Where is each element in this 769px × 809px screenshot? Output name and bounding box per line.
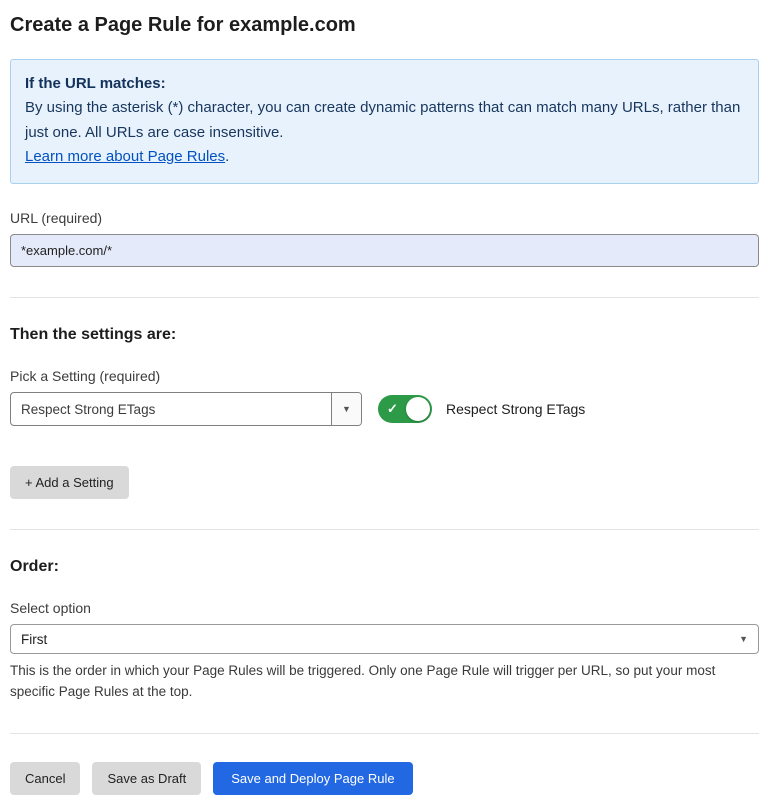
order-select-label: Select option: [10, 600, 759, 616]
page-title: Create a Page Rule for example.com: [10, 14, 759, 37]
setting-select[interactable]: Respect Strong ETags ▼: [10, 392, 362, 426]
order-help-text: This is the order in which your Page Rul…: [10, 661, 755, 703]
url-input[interactable]: [10, 234, 759, 267]
etags-toggle-label: Respect Strong ETags: [446, 401, 585, 417]
url-label: URL (required): [10, 210, 759, 226]
save-as-draft-button[interactable]: Save as Draft: [92, 762, 201, 795]
url-field-group: URL (required): [10, 210, 759, 267]
toggle-knob: [406, 397, 430, 421]
info-box-heading: If the URL matches:: [25, 72, 744, 96]
check-icon: ✓: [387, 401, 398, 417]
settings-section-heading: Then the settings are:: [10, 326, 759, 344]
order-select[interactable]: First ▼: [10, 624, 759, 654]
order-section-heading: Order:: [10, 558, 759, 576]
section-divider: [10, 297, 759, 298]
chevron-down-icon: ▼: [739, 635, 748, 644]
setting-select-value: Respect Strong ETags: [11, 393, 331, 425]
info-box-link-line: Learn more about Page Rules.: [25, 145, 744, 169]
footer-actions: Cancel Save as Draft Save and Deploy Pag…: [10, 762, 759, 795]
section-divider: [10, 733, 759, 734]
create-page-rule-form: Create a Page Rule for example.com If th…: [10, 14, 759, 795]
learn-more-link[interactable]: Learn more about Page Rules: [25, 148, 225, 165]
etags-toggle-group: ✓ Respect Strong ETags: [378, 395, 585, 423]
setting-select-arrow-button[interactable]: ▼: [331, 393, 361, 425]
chevron-down-icon: ▼: [342, 405, 351, 414]
etags-toggle[interactable]: ✓: [378, 395, 432, 423]
link-period: .: [225, 148, 229, 165]
cancel-button[interactable]: Cancel: [10, 762, 80, 795]
url-match-info-box: If the URL matches: By using the asteris…: [10, 59, 759, 184]
save-and-deploy-button[interactable]: Save and Deploy Page Rule: [213, 762, 412, 795]
order-select-value: First: [21, 632, 47, 647]
section-divider: [10, 529, 759, 530]
pick-setting-label: Pick a Setting (required): [10, 368, 759, 384]
order-field-group: Select option First ▼ This is the order …: [10, 600, 759, 703]
info-box-body: By using the asterisk (*) character, you…: [25, 96, 744, 145]
add-setting-button[interactable]: + Add a Setting: [10, 466, 129, 499]
setting-row: Respect Strong ETags ▼ ✓ Respect Strong …: [10, 392, 759, 426]
